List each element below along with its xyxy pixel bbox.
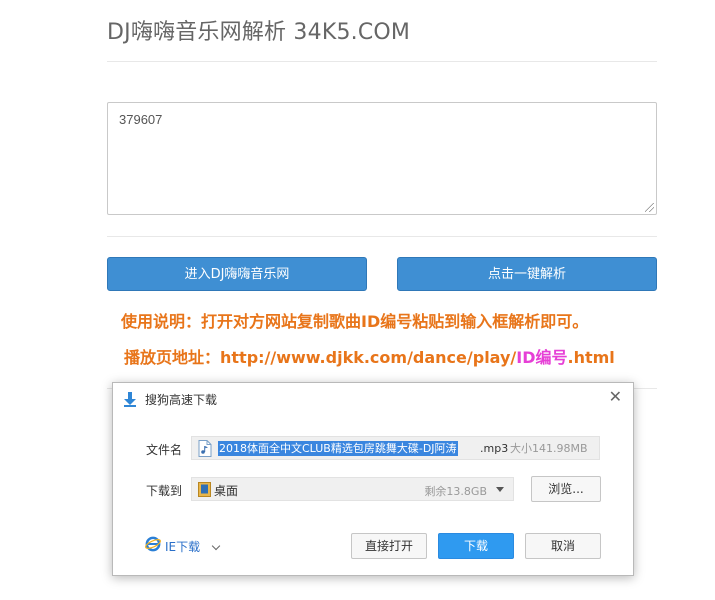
play-url-prefix: 播放页地址：http://www.djkk.com/dance/play/	[124, 348, 517, 367]
file-name-selected-text: 2018体面全中文CLUB精选包房跳舞大碟-DJ阿涛	[218, 441, 458, 456]
play-url-suffix: .html	[567, 348, 615, 367]
textarea-value: 379607	[119, 112, 163, 127]
close-icon[interactable]: ✕	[609, 388, 622, 406]
enter-site-button[interactable]: 进入DJ嗨嗨音乐网	[107, 257, 367, 291]
free-space: 剩余13.8GB	[424, 485, 487, 498]
download-arrow-icon	[123, 391, 137, 411]
download-button[interactable]: 下载	[438, 533, 514, 559]
file-size: 大小141.98MB	[510, 442, 588, 455]
folder-icon	[198, 482, 211, 501]
usage-instructions: 使用说明：打开对方网站复制歌曲ID编号粘贴到输入框解析即可。	[121, 312, 589, 331]
song-id-textarea[interactable]: 379607	[107, 102, 657, 215]
open-directly-button[interactable]: 直接打开	[351, 533, 427, 559]
browse-button[interactable]: 浏览...	[531, 476, 601, 502]
download-dialog: 搜狗高速下载 ✕ 文件名 2018体面全中文CLUB精选包房跳舞大碟-DJ阿涛 …	[112, 382, 634, 576]
save-to-label: 下载到	[146, 484, 183, 498]
dialog-title: 搜狗高速下载	[145, 393, 218, 407]
music-file-icon	[198, 440, 212, 461]
ie-download-link[interactable]: IE下载	[165, 538, 200, 555]
cancel-button[interactable]: 取消	[525, 533, 601, 559]
save-location-name: 桌面	[214, 484, 239, 498]
play-url-hint: 播放页地址：http://www.djkk.com/dance/play/ID编…	[124, 344, 615, 368]
parse-button[interactable]: 点击一键解析	[397, 257, 657, 291]
file-name-label: 文件名	[146, 443, 183, 457]
play-url-id: ID编号	[516, 348, 568, 367]
save-location-select[interactable]: 桌面 剩余13.8GB	[191, 477, 514, 501]
chevron-down-icon[interactable]	[496, 487, 504, 492]
file-name-field[interactable]: 2018体面全中文CLUB精选包房跳舞大碟-DJ阿涛 .mp3 大小141.98…	[191, 436, 600, 460]
divider	[107, 61, 657, 62]
resize-grip-icon[interactable]	[645, 203, 654, 212]
file-extension: .mp3	[480, 442, 509, 455]
page-title: DJ嗨嗨音乐网解析 34K5.COM	[107, 20, 411, 45]
chevron-down-icon[interactable]	[211, 541, 221, 551]
divider	[107, 236, 657, 237]
ie-icon	[145, 536, 161, 556]
